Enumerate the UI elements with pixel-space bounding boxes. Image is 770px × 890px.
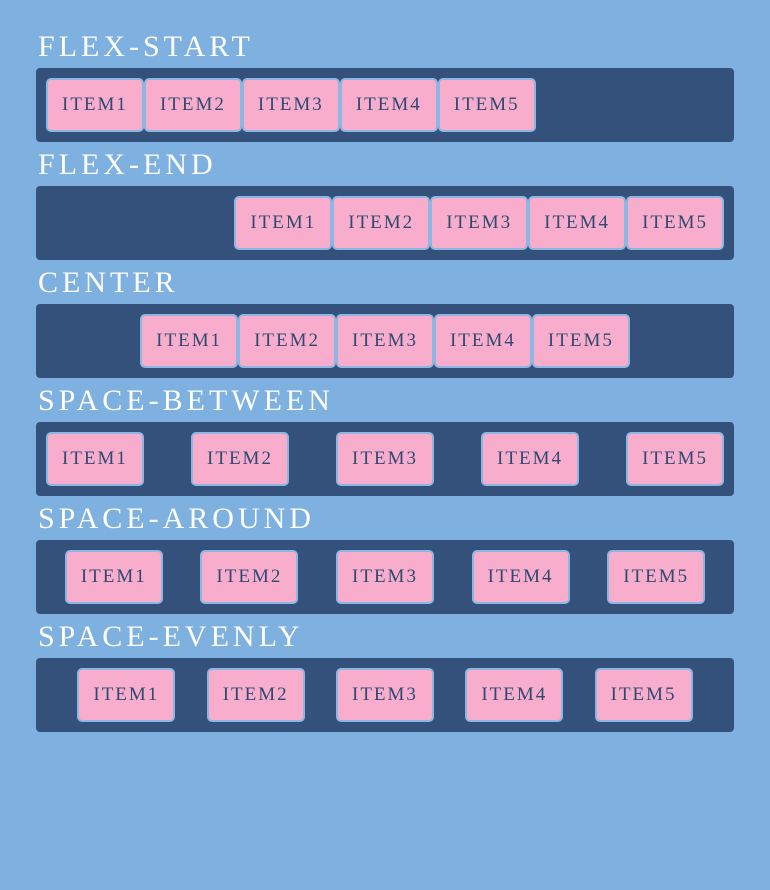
flex-item: Item5 <box>438 78 536 132</box>
flex-item: Item3 <box>242 78 340 132</box>
container-space-around: Item1 Item2 Item3 Item4 Item5 <box>36 540 734 614</box>
heading-space-around: space-around <box>36 502 734 536</box>
flex-item: Item4 <box>472 550 570 604</box>
flex-item: Item3 <box>336 314 434 368</box>
section-space-around: space-around Item1 Item2 Item3 Item4 Item5 <box>36 502 734 614</box>
heading-center: center <box>36 266 734 300</box>
flex-item: Item2 <box>200 550 298 604</box>
flex-item: Item3 <box>336 550 434 604</box>
flex-item: Item5 <box>626 196 724 250</box>
flex-item: Item4 <box>465 668 563 722</box>
flex-item: Item4 <box>481 432 579 486</box>
justify-content-diagram: flex-startItem1Item2Item3Item4Item5flex-… <box>36 30 734 732</box>
flex-item: Item5 <box>626 432 724 486</box>
flex-item: Item5 <box>532 314 630 368</box>
flex-item: Item3 <box>430 196 528 250</box>
flex-item: Item1 <box>46 78 144 132</box>
flex-item: Item4 <box>434 314 532 368</box>
flex-item: Item2 <box>238 314 336 368</box>
flex-item: Item5 <box>607 550 705 604</box>
heading-flex-end: flex-end <box>36 148 734 182</box>
section-flex-end: flex-end Item1Item2Item3Item4Item5 <box>36 148 734 260</box>
flex-item: Item1 <box>65 550 163 604</box>
flex-item: Item2 <box>207 668 305 722</box>
section-flex-start: flex-start Item1Item2Item3Item4Item5 <box>36 30 734 142</box>
flex-item: Item4 <box>340 78 438 132</box>
flex-item: Item2 <box>191 432 289 486</box>
heading-space-between: space-between <box>36 384 734 418</box>
container-flex-start: Item1Item2Item3Item4Item5 <box>36 68 734 142</box>
section-space-between: space-between Item1 Item2 Item3 Item4 Item5 <box>36 384 734 496</box>
flex-item: Item5 <box>595 668 693 722</box>
flex-item: Item3 <box>336 432 434 486</box>
container-center: Item1Item2Item3Item4Item5 <box>36 304 734 378</box>
flex-item: Item4 <box>528 196 626 250</box>
container-space-between: Item1 Item2 Item3 Item4 Item5 <box>36 422 734 496</box>
flex-item: Item1 <box>140 314 238 368</box>
flex-item: Item3 <box>336 668 434 722</box>
container-flex-end: Item1Item2Item3Item4Item5 <box>36 186 734 260</box>
section-center: center Item1Item2Item3Item4Item5 <box>36 266 734 378</box>
section-space-evenly: space-evenly Item1 Item2 Item3 Item4 Item5 <box>36 620 734 732</box>
flex-item: Item1 <box>46 432 144 486</box>
heading-flex-start: flex-start <box>36 30 734 64</box>
flex-item: Item1 <box>234 196 332 250</box>
flex-item: Item1 <box>77 668 175 722</box>
container-space-evenly: Item1 Item2 Item3 Item4 Item5 <box>36 658 734 732</box>
flex-item: Item2 <box>144 78 242 132</box>
flex-item: Item2 <box>332 196 430 250</box>
heading-space-evenly: space-evenly <box>36 620 734 654</box>
